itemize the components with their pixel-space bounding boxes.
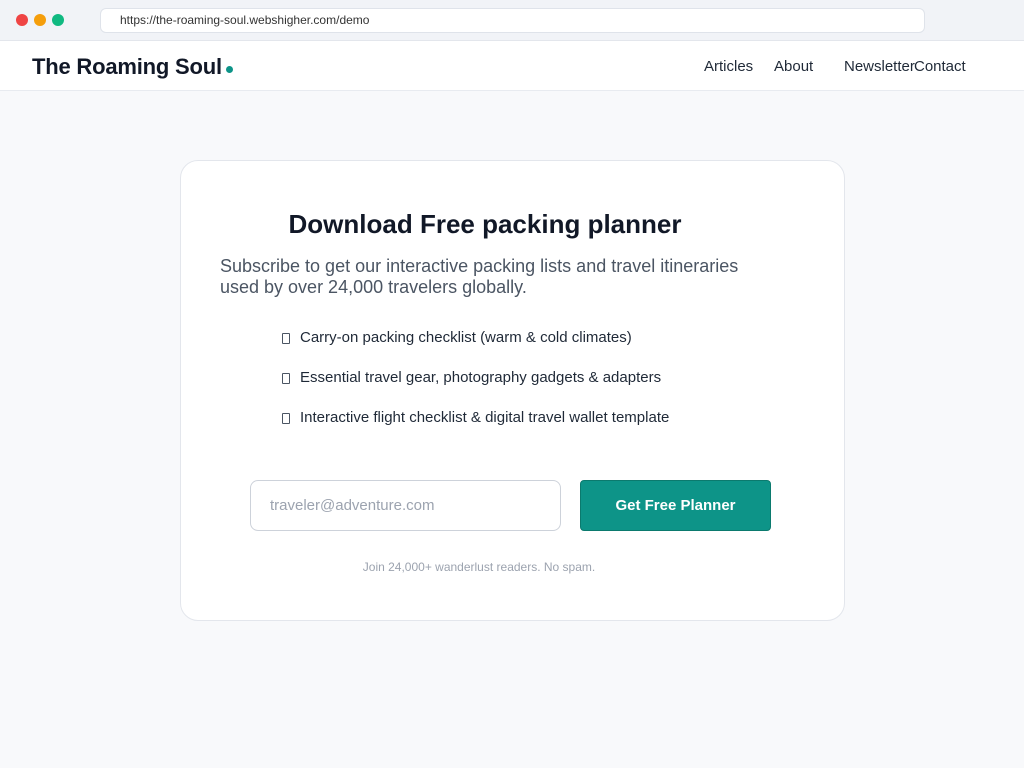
- nav-about[interactable]: About: [774, 58, 813, 75]
- checkbox-icon: [282, 373, 290, 384]
- card-subtitle: Subscribe to get our interactive packing…: [220, 256, 739, 297]
- checkbox-icon: [282, 333, 290, 344]
- address-bar[interactable]: https://the-roaming-soul.webshigher.com/…: [100, 8, 925, 33]
- feature-item: Essential travel gear, photography gadge…: [281, 369, 669, 409]
- maximize-window-icon[interactable]: [52, 14, 64, 26]
- nav-newsletter[interactable]: Newsletter: [844, 58, 915, 75]
- nav-articles[interactable]: Articles: [704, 58, 753, 75]
- disclaimer-text: Join 24,000+ wanderlust readers. No spam…: [362, 560, 596, 574]
- site-header: The Roaming Soul Articles About Newslett…: [0, 41, 1024, 91]
- feature-text: Essential travel gear, photography gadge…: [300, 369, 662, 386]
- feature-item: Carry-on packing checklist (warm & cold …: [281, 329, 669, 369]
- feature-item: Interactive flight checklist & digital t…: [281, 409, 669, 449]
- site-logo[interactable]: The Roaming Soul: [32, 54, 222, 80]
- nav-contact[interactable]: Contact: [914, 58, 966, 75]
- feature-text: Interactive flight checklist & digital t…: [300, 409, 670, 426]
- get-free-planner-button[interactable]: Get Free Planner: [580, 480, 771, 531]
- logo-dot-icon: [226, 66, 233, 73]
- feature-list: Carry-on packing checklist (warm & cold …: [281, 329, 669, 449]
- close-window-icon[interactable]: [16, 14, 28, 26]
- feature-text: Carry-on packing checklist (warm & cold …: [300, 329, 632, 346]
- minimize-window-icon[interactable]: [34, 14, 46, 26]
- signup-card: Download Free packing planner Subscribe …: [180, 160, 845, 621]
- browser-bar: https://the-roaming-soul.webshigher.com/…: [0, 0, 1024, 41]
- card-title: Download Free packing planner: [288, 209, 682, 239]
- checkbox-icon: [282, 413, 290, 424]
- email-input[interactable]: [250, 480, 561, 531]
